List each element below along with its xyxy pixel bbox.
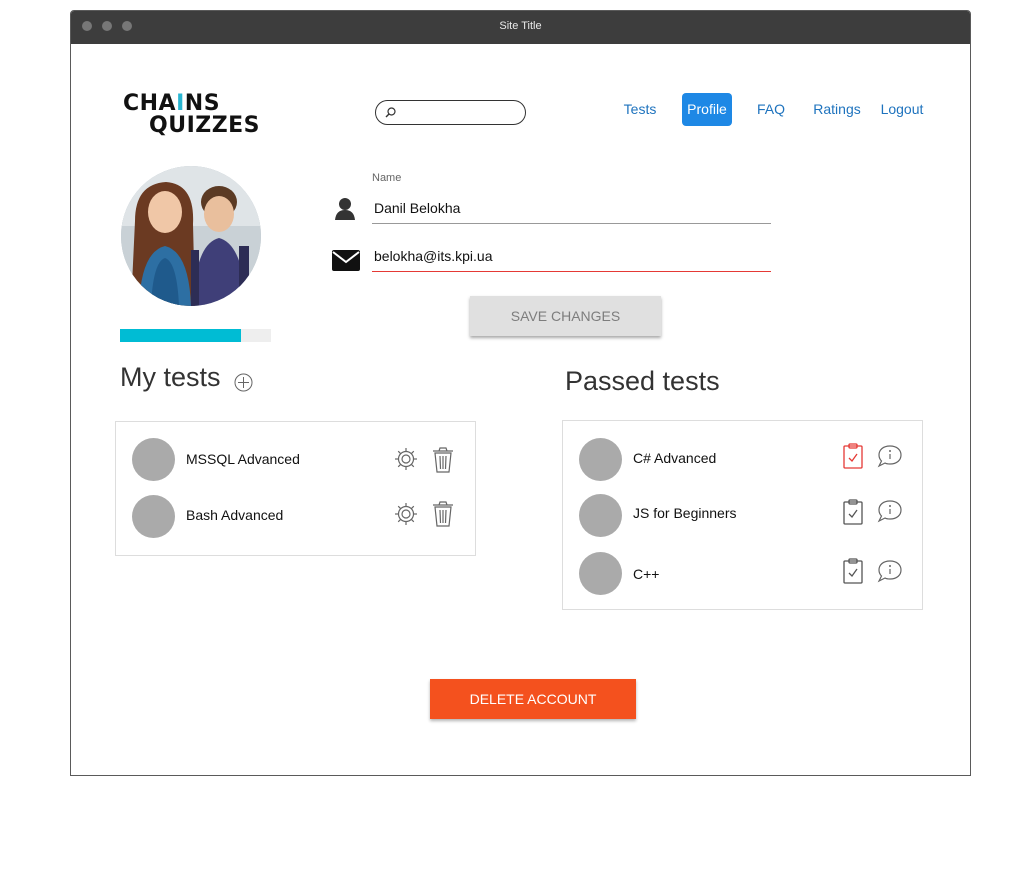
test-thumbnail xyxy=(132,495,175,538)
my-test-row[interactable]: MSSQL Advanced xyxy=(116,438,475,482)
passed-test-row[interactable]: JS for Beginners xyxy=(563,494,922,538)
nav-tests[interactable]: Tests xyxy=(620,93,660,126)
save-changes-button[interactable]: SAVE CHANGES xyxy=(470,296,661,336)
passed-tests-panel: C# Advanced JS for Beginners C++ xyxy=(562,420,923,610)
name-label: Name xyxy=(372,172,402,184)
browser-window: Site Title CHAINS QUIZZES Tests Profile … xyxy=(70,10,971,776)
passed-tests-title: Passed tests xyxy=(565,366,720,396)
test-thumbnail xyxy=(579,494,622,537)
name-field-value: Danil Belokha xyxy=(374,200,461,216)
delete-account-button[interactable]: DELETE ACCOUNT xyxy=(430,679,636,719)
profile-avatar[interactable] xyxy=(121,166,261,306)
my-tests-panel: MSSQL Advanced Bash Advanced xyxy=(115,421,476,556)
comment-info-icon[interactable] xyxy=(877,559,903,583)
settings-gear-icon[interactable] xyxy=(394,447,418,471)
clipboard-check-icon[interactable] xyxy=(842,499,864,525)
add-test-icon[interactable] xyxy=(234,373,253,392)
my-tests-title: My tests xyxy=(120,362,221,392)
trash-icon[interactable] xyxy=(431,447,455,473)
my-test-row[interactable]: Bash Advanced xyxy=(116,495,475,539)
test-thumbnail xyxy=(579,438,622,481)
test-name: C++ xyxy=(633,566,660,582)
test-name: MSSQL Advanced xyxy=(186,451,300,467)
search-icon xyxy=(385,107,396,118)
clipboard-check-icon[interactable] xyxy=(842,443,864,469)
site-logo[interactable]: CHAINS QUIZZES xyxy=(123,93,261,138)
nav-profile[interactable]: Profile xyxy=(682,93,732,126)
nav-logout[interactable]: Logout xyxy=(878,93,926,126)
name-field[interactable]: Danil Belokha xyxy=(372,196,771,224)
mail-icon xyxy=(332,250,360,271)
comment-info-icon[interactable] xyxy=(877,444,903,468)
title-bar: Site Title xyxy=(71,11,970,44)
profile-progress-bar xyxy=(120,329,271,342)
test-thumbnail xyxy=(132,438,175,481)
user-icon xyxy=(335,198,355,220)
search-box[interactable] xyxy=(375,100,526,125)
passed-test-row[interactable]: C++ xyxy=(563,552,922,596)
nav-faq[interactable]: FAQ xyxy=(755,93,787,126)
comment-info-icon[interactable] xyxy=(877,499,903,523)
test-thumbnail xyxy=(579,552,622,595)
window-title: Site Title xyxy=(499,20,542,32)
nav-ratings[interactable]: Ratings xyxy=(811,93,863,126)
passed-test-row[interactable]: C# Advanced xyxy=(563,438,922,482)
trash-icon[interactable] xyxy=(431,501,455,527)
test-name: JS for Beginners xyxy=(633,505,737,521)
logo-text-line2: QUIZZES xyxy=(149,113,261,138)
settings-gear-icon[interactable] xyxy=(394,502,418,526)
progress-fill xyxy=(120,329,241,342)
email-field-value: belokha@its.kpi.ua xyxy=(374,248,493,264)
email-field[interactable]: belokha@its.kpi.ua xyxy=(372,244,771,272)
test-name: C# Advanced xyxy=(633,450,717,466)
search-input[interactable] xyxy=(400,103,518,122)
clipboard-check-icon[interactable] xyxy=(842,558,864,584)
test-name: Bash Advanced xyxy=(186,507,284,523)
